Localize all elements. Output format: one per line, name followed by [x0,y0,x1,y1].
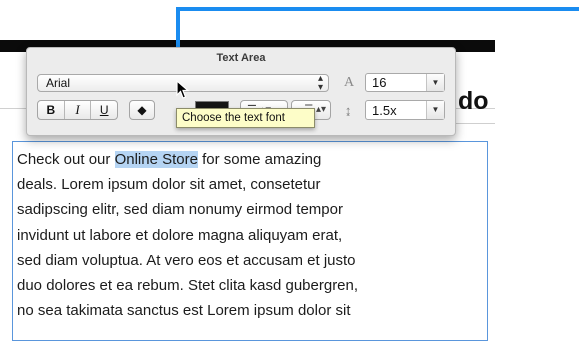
chevron-down-icon[interactable]: ▼ [426,101,444,119]
mouse-pointer-icon [176,80,190,99]
text-after-selection: for some amazing deals. Lorem ipsum dolo… [17,151,359,320]
underline-button[interactable]: U [91,101,117,119]
text-area-content[interactable]: Check out our Online Store for some amaz… [13,142,487,323]
connector-line-horizontal [176,7,579,11]
italic-button[interactable]: I [65,101,92,119]
selected-text[interactable]: Online Store [114,151,198,168]
paint-bucket-icon: ◆ [137,103,147,117]
line-spacing-value: 1.5x [372,103,397,118]
chevron-down-icon[interactable]: ▼ [426,74,444,91]
up-down-arrows-icon: ▴ ▾ [317,73,323,93]
tooltip: Choose the text font [176,108,315,128]
text-area[interactable]: Check out our Online Store for some amaz… [12,141,488,341]
line-spacing-combo[interactable]: 1.5x ▼ [365,100,445,120]
line-spacing-icon: ↨ [345,103,352,118]
page-heading: do [458,87,489,115]
text-before-selection: Check out our [17,151,115,168]
font-size-icon: A [344,75,355,90]
font-size-combo[interactable]: 16 ▼ [365,73,445,92]
bold-button[interactable]: B [38,101,65,119]
panel-title: Text Area [216,52,266,64]
text-color-button[interactable]: ◆ [129,100,155,120]
format-buttons: B I U [37,100,118,120]
font-size-value: 16 [372,75,387,90]
font-select-value: Arial [46,76,71,90]
